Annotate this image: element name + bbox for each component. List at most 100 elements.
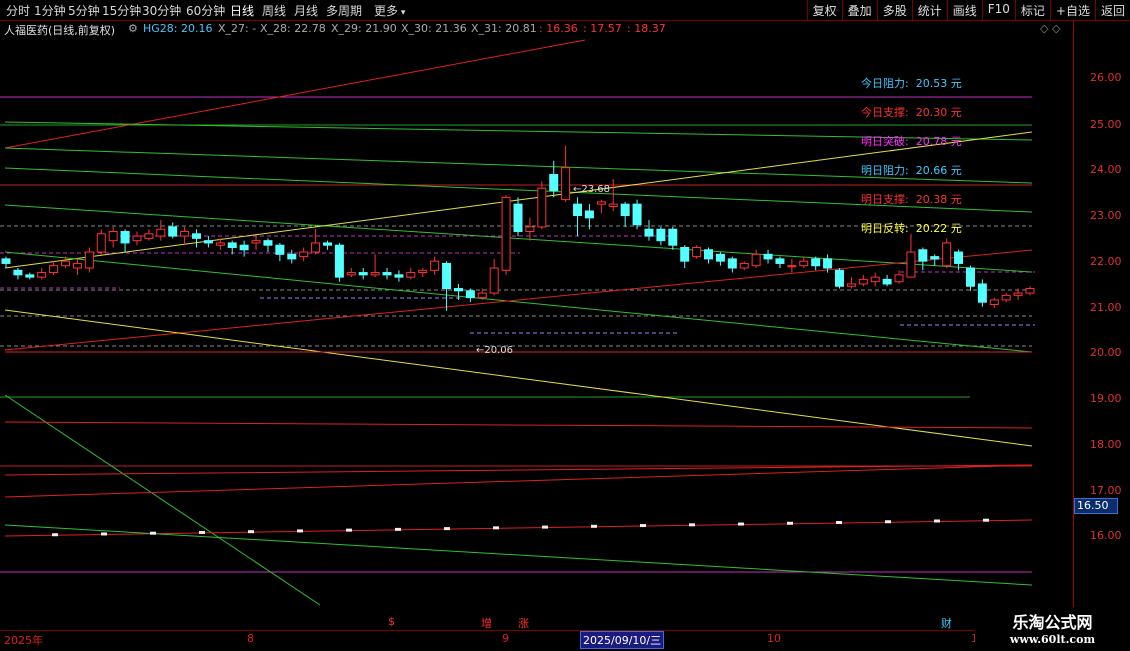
candle-down bbox=[930, 256, 940, 260]
ma-dot bbox=[689, 523, 695, 527]
low-annotation: ←20.06 bbox=[476, 345, 514, 356]
ma-dot bbox=[787, 521, 793, 525]
event-marker[interactable]: 增 bbox=[481, 615, 492, 631]
candle-down bbox=[275, 244, 285, 255]
settings-icon[interactable]: ⚙ bbox=[128, 22, 138, 35]
multi-stock-button[interactable]: 多股 bbox=[876, 0, 912, 20]
candle-up bbox=[561, 167, 571, 201]
ma-dot bbox=[493, 526, 499, 530]
watermark: 乐淘公式网 www.60lt.com bbox=[975, 607, 1130, 650]
back-button[interactable]: 返回 bbox=[1094, 0, 1130, 20]
candle-up bbox=[692, 246, 702, 258]
statistics-button[interactable]: 统计 bbox=[911, 0, 947, 20]
candle-up bbox=[537, 187, 547, 228]
date-label: 8 bbox=[247, 632, 254, 645]
candle-up bbox=[799, 260, 809, 267]
candle-up bbox=[525, 226, 535, 233]
candle-up bbox=[894, 274, 904, 283]
ma-dot bbox=[591, 524, 597, 528]
study-line bbox=[4, 251, 1033, 353]
draw-line-button[interactable]: 画线 bbox=[946, 0, 982, 20]
candle-down bbox=[227, 242, 237, 248]
candle-up bbox=[96, 233, 106, 253]
ma-dot bbox=[836, 521, 842, 525]
toolbar-right: 复权 叠加 多股 统计 画线 F10 标记 +自选 返回 bbox=[806, 0, 1130, 20]
event-marker[interactable]: 财 bbox=[941, 615, 952, 631]
level-tomorrow-reversal: 明日反转: 20.22 元 bbox=[861, 222, 962, 235]
level-panel: 今日阻力: 20.53 元 今日支撑: 20.30 元 明日突破: 20.78 … bbox=[861, 69, 962, 243]
diamond-icon[interactable]: ◇ ◇ bbox=[1040, 22, 1060, 35]
tab-60min[interactable]: 60分钟 bbox=[186, 2, 225, 19]
tab-1min[interactable]: 1分钟 bbox=[34, 2, 66, 19]
candle-up bbox=[906, 251, 916, 278]
level-today-resistance: 今日阻力: 20.53 元 bbox=[861, 77, 962, 90]
high-annotation: ←23.68 bbox=[573, 184, 611, 195]
candle-up bbox=[846, 283, 856, 287]
price-tick: 20.00 bbox=[1090, 346, 1122, 359]
tab-5min[interactable]: 5分钟 bbox=[68, 2, 100, 19]
candle-up bbox=[299, 251, 309, 258]
candle-up bbox=[858, 278, 868, 285]
study-line bbox=[4, 39, 586, 149]
candle-down bbox=[442, 262, 452, 290]
indicator-x31: X_31: 20.81 bbox=[471, 22, 537, 35]
study-line bbox=[4, 249, 1033, 351]
candle-up bbox=[942, 242, 952, 267]
tab-15min[interactable]: 15分钟 bbox=[102, 2, 141, 19]
candle-down bbox=[25, 274, 35, 278]
candle-up bbox=[132, 235, 142, 242]
candle-up bbox=[84, 251, 94, 269]
mark-button[interactable]: 标记 bbox=[1014, 0, 1050, 20]
candle-down bbox=[584, 210, 594, 219]
overlay-button[interactable]: 叠加 bbox=[841, 0, 877, 20]
candle-down bbox=[656, 228, 666, 242]
date-label: 10 bbox=[767, 632, 781, 645]
candle-up bbox=[418, 269, 428, 274]
date-cursor-label: 2025/09/10/三 bbox=[580, 631, 665, 649]
ma-dot bbox=[738, 522, 744, 526]
restore-rights-button[interactable]: 复权 bbox=[806, 0, 842, 20]
candle-down bbox=[203, 240, 213, 244]
ma-dot bbox=[444, 527, 450, 531]
candle-down bbox=[954, 251, 964, 264]
ma-dot bbox=[983, 518, 989, 522]
candle-down bbox=[823, 258, 833, 269]
tab-30min[interactable]: 30分钟 bbox=[142, 2, 181, 19]
stock-title[interactable]: 人福医药(日线,前复权) bbox=[4, 22, 115, 38]
f10-button[interactable]: F10 bbox=[981, 0, 1015, 20]
study-line bbox=[4, 421, 1033, 429]
tab-fenshi[interactable]: 分时 bbox=[6, 2, 30, 19]
candle-down bbox=[453, 288, 463, 292]
study-line bbox=[4, 524, 1033, 586]
date-label: 2025年 bbox=[4, 634, 43, 647]
candle-down bbox=[811, 258, 821, 267]
add-watchlist-button[interactable]: +自选 bbox=[1049, 0, 1095, 20]
ma-dot bbox=[248, 530, 254, 534]
tab-more[interactable]: 更多 ▾ bbox=[374, 2, 405, 19]
tab-daily[interactable]: 日线 bbox=[230, 2, 254, 19]
study-line bbox=[4, 394, 321, 606]
ma-dot bbox=[101, 532, 107, 536]
candle-down bbox=[382, 272, 392, 276]
tab-weekly[interactable]: 周线 bbox=[262, 2, 286, 19]
candle-down bbox=[168, 226, 178, 237]
price-tick: 16.00 bbox=[1090, 529, 1122, 542]
candle-up bbox=[739, 262, 749, 269]
event-marker[interactable]: 涨 bbox=[518, 615, 529, 631]
chevron-down-icon: ▾ bbox=[398, 8, 406, 18]
candle-up bbox=[989, 299, 999, 305]
tab-monthly[interactable]: 月线 bbox=[294, 2, 318, 19]
watermark-title: 乐淘公式网 bbox=[1012, 613, 1093, 632]
candle-down bbox=[977, 283, 987, 303]
price-tick: 25.00 bbox=[1090, 118, 1122, 131]
price-tick: 19.00 bbox=[1090, 392, 1122, 405]
candle-up bbox=[1025, 288, 1035, 294]
event-marker[interactable]: $ bbox=[388, 615, 395, 628]
candle-down bbox=[763, 253, 773, 260]
candle-down bbox=[192, 233, 202, 239]
tab-multi-period[interactable]: 多周期 bbox=[326, 2, 362, 19]
indicator-v3: : 18.37 bbox=[627, 22, 666, 35]
ma-dot bbox=[297, 529, 303, 533]
price-tick: 18.00 bbox=[1090, 438, 1122, 451]
candle-down bbox=[394, 274, 404, 278]
